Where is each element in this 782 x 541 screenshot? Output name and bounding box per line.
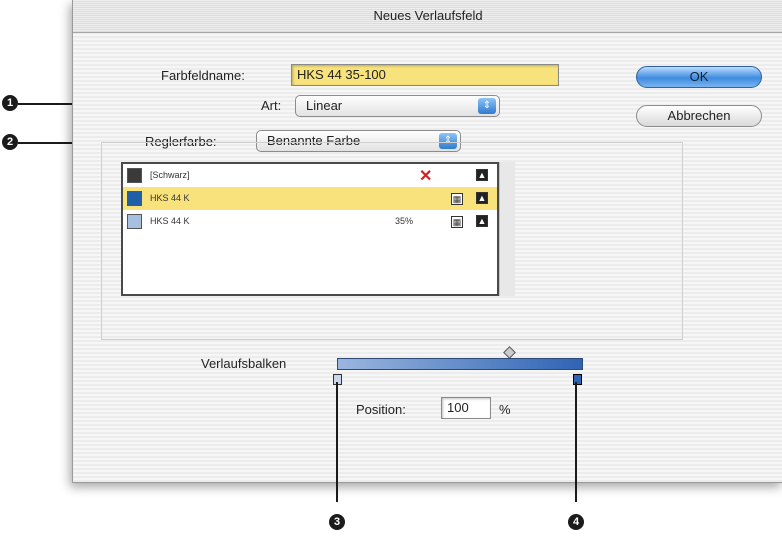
swatch-color-chip <box>127 168 142 183</box>
swatch-color-chip <box>127 214 142 229</box>
ok-button[interactable]: OK <box>636 66 762 88</box>
position-label: Position: <box>356 402 406 417</box>
swatch-name: HKS 44 K <box>150 216 190 226</box>
callout-4: 4 <box>568 514 584 530</box>
swatch-row-hks44[interactable]: HKS 44 K ▦ ▲ <box>123 187 497 210</box>
position-unit: % <box>499 402 511 417</box>
callout-2: 2 <box>2 134 18 150</box>
callout-3: 3 <box>329 514 345 530</box>
title-bar[interactable]: Neues Verlaufsfeld <box>73 0 782 33</box>
cancel-button[interactable]: Abbrechen <box>636 105 762 127</box>
type-select[interactable]: Linear ⇕ <box>295 95 500 117</box>
new-gradient-dialog: Neues Verlaufsfeld Farbfeldname: HKS 44 … <box>72 0 782 483</box>
swatch-name: [Schwarz] <box>150 170 190 180</box>
callout-4-line <box>575 382 577 502</box>
midpoint-diamond[interactable] <box>503 346 516 359</box>
type-value: Linear <box>306 98 343 113</box>
swatch-list-scrollbar[interactable] <box>499 162 515 296</box>
callout-3-line <box>336 382 338 502</box>
gradient-ramp-label: Verlaufsbalken <box>201 356 287 371</box>
callout-1: 1 <box>2 95 18 111</box>
no-edit-icon: ✕ <box>419 168 433 185</box>
process-color-icon: ▲ <box>476 192 488 204</box>
swatch-name-label: Farbfeldname: <box>161 68 245 83</box>
spot-color-icon: ▦ <box>451 216 463 228</box>
popup-arrows-icon: ⇕ <box>478 98 496 114</box>
gradient-ramp[interactable] <box>337 358 583 370</box>
swatch-row-black[interactable]: [Schwarz] ✕ ▲ <box>123 164 497 187</box>
spot-color-icon: ▦ <box>451 193 463 205</box>
swatch-list[interactable]: [Schwarz] ✕ ▲ HKS 44 K ▦ ▲ HKS 44 K 35% … <box>121 162 499 296</box>
swatch-tint: 35% <box>395 216 414 226</box>
process-color-icon: ▲ <box>476 215 488 227</box>
process-color-icon: ▲ <box>476 169 488 181</box>
type-label: Art: <box>261 98 282 113</box>
dialog-title: Neues Verlaufsfeld <box>373 8 483 23</box>
swatch-row-hks44-tint[interactable]: HKS 44 K 35% ▦ ▲ <box>123 210 497 233</box>
swatch-color-chip <box>127 191 142 206</box>
position-field[interactable]: 100 <box>441 397 491 419</box>
swatch-name: HKS 44 K <box>150 193 190 203</box>
swatch-name-field[interactable]: HKS 44 35-100 <box>291 64 559 86</box>
